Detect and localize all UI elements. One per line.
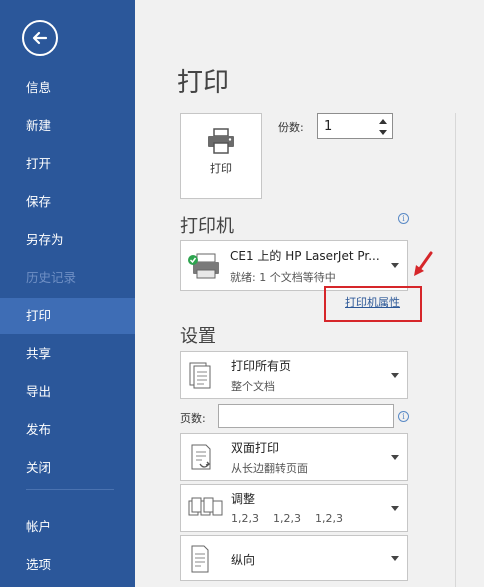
sidebar-item-info[interactable]: 信息 xyxy=(0,70,135,106)
pages-stack-icon xyxy=(189,362,211,389)
sidebar-divider xyxy=(26,489,114,490)
pages-input[interactable] xyxy=(218,404,394,428)
duplex-dropdown[interactable]: 双面打印 从长边翻转页面 xyxy=(180,433,408,481)
collate-title: 调整 xyxy=(231,492,256,506)
sidebar-item-history: 历史记录 xyxy=(26,270,77,285)
printer-name: CE1 上的 HP LaserJet Pr... xyxy=(230,249,380,263)
printer-dropdown[interactable]: CE1 上的 HP LaserJet Pr... 就绪: 1 个文档等待中 xyxy=(180,240,408,291)
print-button-label: 打印 xyxy=(210,162,232,175)
sidebar-item-open[interactable]: 打开 xyxy=(0,146,135,182)
sidebar-item-publish[interactable]: 发布 xyxy=(0,412,135,448)
chevron-down-icon xyxy=(391,263,399,268)
sidebar-item-save-as[interactable]: 另存为 xyxy=(0,222,135,258)
sidebar-item-close[interactable]: 关闭 xyxy=(0,450,135,486)
printer-ready-icon xyxy=(188,253,219,279)
annotation-arrow-icon xyxy=(414,251,433,276)
print-range-dropdown[interactable]: 打印所有页 整个文档 xyxy=(180,351,408,399)
orientation-dropdown[interactable]: 纵向 xyxy=(180,535,408,581)
printer-status: 就绪: 1 个文档等待中 xyxy=(230,271,336,284)
duplex-page-icon xyxy=(191,444,211,470)
orientation-title: 纵向 xyxy=(231,553,256,567)
sidebar-item-save[interactable]: 保存 xyxy=(0,184,135,220)
info-icon[interactable]: i xyxy=(398,411,409,422)
duplex-subtitle: 从长边翻转页面 xyxy=(231,462,308,475)
collate-icon xyxy=(188,497,223,516)
chevron-down-icon xyxy=(391,455,399,460)
spin-up-icon[interactable] xyxy=(377,116,389,127)
sidebar-item-print[interactable]: 打印 xyxy=(0,298,135,334)
sidebar-item-new[interactable]: 新建 xyxy=(0,108,135,144)
page-title: 打印 xyxy=(177,68,230,98)
print-range-title: 打印所有页 xyxy=(231,359,292,373)
copies-stepper[interactable]: 1 xyxy=(317,113,393,139)
copies-value: 1 xyxy=(324,119,333,134)
arrow-left-icon xyxy=(32,31,48,45)
backstage-sidebar: 信息 新建 打开 保存 另存为 历史记录 打印 共享 导出 发布 关闭 帐户 选… xyxy=(0,0,135,587)
print-panel: 打印 打印 份数: 1 打印机 i CE1 上的 HP LaserJet Pr.… xyxy=(135,0,484,587)
printer-properties-link[interactable]: 打印机属性 xyxy=(345,294,400,310)
copies-label: 份数: xyxy=(278,121,304,134)
duplex-title: 双面打印 xyxy=(231,441,280,455)
chevron-down-icon xyxy=(391,556,399,561)
chevron-down-icon xyxy=(391,373,399,378)
print-range-subtitle: 整个文档 xyxy=(231,380,275,393)
spin-down-icon[interactable] xyxy=(377,127,389,138)
panel-divider xyxy=(455,113,456,587)
pages-label: 页数: xyxy=(180,412,206,425)
printer-section-title: 打印机 xyxy=(180,216,234,237)
sidebar-item-account[interactable]: 帐户 xyxy=(0,509,135,545)
sidebar-item-share[interactable]: 共享 xyxy=(0,336,135,372)
printer-icon xyxy=(208,128,234,154)
info-icon[interactable]: i xyxy=(398,213,409,224)
collate-dropdown[interactable]: 调整 1,2,3 1,2,3 1,2,3 xyxy=(180,484,408,532)
sidebar-item-export[interactable]: 导出 xyxy=(0,374,135,410)
settings-section-title: 设置 xyxy=(180,326,216,347)
collate-subtitle: 1,2,3 1,2,3 1,2,3 xyxy=(231,512,343,525)
portrait-page-icon xyxy=(191,545,209,573)
print-button[interactable]: 打印 xyxy=(180,113,262,199)
sidebar-item-options[interactable]: 选项 xyxy=(0,547,135,583)
chevron-down-icon xyxy=(391,506,399,511)
back-button[interactable] xyxy=(22,20,58,56)
